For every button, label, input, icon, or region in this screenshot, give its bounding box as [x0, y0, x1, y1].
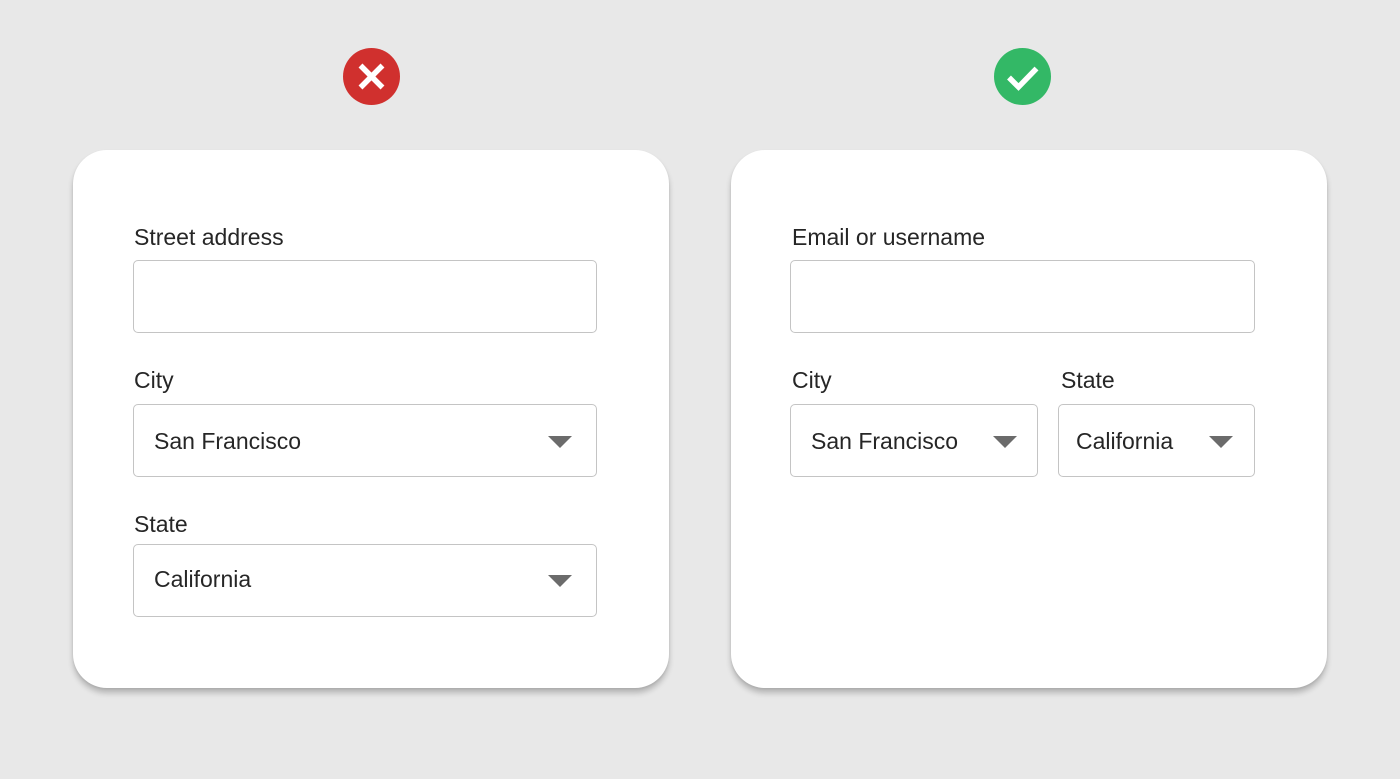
- close-icon: [358, 63, 385, 90]
- city-select[interactable]: San Francisco: [133, 404, 597, 477]
- state-select[interactable]: California: [1058, 404, 1255, 477]
- chevron-down-icon: [548, 575, 572, 587]
- state-select-value: California: [1076, 428, 1174, 454]
- correct-badge: [994, 48, 1051, 105]
- city-label: City: [792, 367, 832, 393]
- street-address-input[interactable]: [133, 260, 597, 333]
- state-select-value: California: [154, 566, 252, 592]
- email-username-input[interactable]: [790, 260, 1255, 333]
- city-select[interactable]: San Francisco: [790, 404, 1038, 477]
- chevron-down-icon: [993, 436, 1017, 448]
- state-select[interactable]: California: [133, 544, 597, 617]
- street-address-label: Street address: [134, 224, 284, 250]
- state-label: State: [1061, 367, 1115, 393]
- city-select-value: San Francisco: [154, 428, 302, 454]
- incorrect-badge: [343, 48, 400, 105]
- checkmark-icon: [1007, 66, 1039, 91]
- state-label: State: [134, 511, 188, 537]
- chevron-down-icon: [1209, 436, 1233, 448]
- good-example-card: Email or username City San Francisco Sta…: [731, 150, 1327, 688]
- email-username-label: Email or username: [792, 224, 986, 250]
- city-select-value: San Francisco: [811, 428, 959, 454]
- bad-example-card: Street address City San Francisco State …: [73, 150, 669, 688]
- city-label: City: [134, 367, 174, 393]
- chevron-down-icon: [548, 436, 572, 448]
